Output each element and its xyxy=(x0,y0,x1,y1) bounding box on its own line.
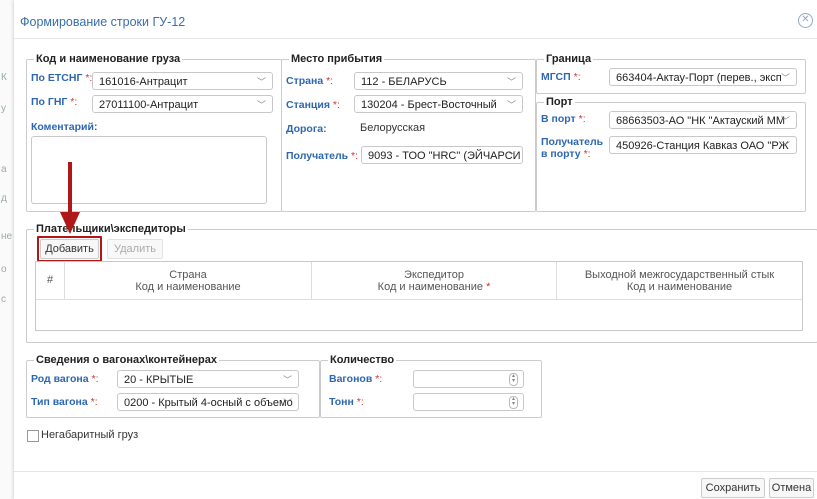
quantity-group: Количество Вагонов *: ▴ ▾ Тонн *: ▴ ▾ xyxy=(320,354,542,418)
country-select[interactable]: 112 - БЕЛАРУСЬ ﹀ xyxy=(354,72,523,90)
chevron-down-icon: ﹀ xyxy=(256,100,266,110)
dialog-title: Формирование строки ГУ-12 xyxy=(20,15,186,29)
receiver-label: Получатель *: xyxy=(286,150,359,162)
col-junction[interactable]: Выходной межгосударственный стык Код и на… xyxy=(556,262,802,299)
wagon-kind-label: Род вагона *: xyxy=(31,373,99,385)
wagons-group: Сведения о вагонах\контейнерах Род вагон… xyxy=(26,354,320,418)
road-label: Дорога: xyxy=(286,123,327,135)
gu12-dialog: Формирование строки ГУ-12 ✕ Код и наимен… xyxy=(14,0,817,499)
gng-select[interactable]: 27011100-Антрацит ﹀ xyxy=(92,95,273,113)
etsng-label: По ЕТСНГ *: xyxy=(31,72,93,84)
arrival-legend: Место прибытия xyxy=(289,53,385,66)
comment-label: Коментарий: xyxy=(31,121,98,133)
background-letter: д xyxy=(1,193,7,204)
spinner-arrows-icon[interactable]: ▴ ▾ xyxy=(509,373,518,386)
payers-grid: # Страна Код и наименование Экспедитор Код… xyxy=(35,261,803,331)
background-page-strip: К у а д не о с xyxy=(0,0,15,499)
border-group: Граница МГСП *: 663404-Актау-Порт (перев… xyxy=(536,53,806,94)
save-button[interactable]: Сохранить xyxy=(701,478,765,498)
chevron-down-icon: ﹀ xyxy=(282,375,292,385)
oversized-label[interactable]: Негабаритный груз xyxy=(41,429,138,441)
mgsp-label: МГСП *: xyxy=(541,71,581,83)
wagon-type-label: Тип вагона *: xyxy=(31,396,98,408)
to-port-label: В порт *: xyxy=(541,113,586,125)
wagon-kind-select[interactable]: 20 - КРЫТЫЕ ﹀ xyxy=(117,370,299,388)
annotation-highlight-box xyxy=(37,236,102,262)
background-letter: у xyxy=(1,103,6,114)
road-value: Белорусская xyxy=(360,122,426,134)
wagon-type-select[interactable]: 0200 - Крытый 4-осный с объемо ﹀ xyxy=(117,393,299,411)
port-group: Порт В порт *: 68663503-АО "НК "Актауски… xyxy=(536,96,806,212)
background-letter: о xyxy=(1,264,7,275)
background-letter: с xyxy=(1,294,6,305)
col-country[interactable]: Страна Код и наименование xyxy=(64,262,311,299)
gng-label: По ГНГ *: xyxy=(31,96,78,108)
chevron-down-icon: ﹀ xyxy=(780,141,790,151)
background-letter: не xyxy=(1,231,13,242)
payers-group: Плательщики\экспедиторы Добавить Удалить… xyxy=(26,223,817,343)
chevron-down-icon: ﹀ xyxy=(780,73,790,83)
etsng-select[interactable]: 161016-Антрацит ﹀ xyxy=(92,72,273,90)
background-letter: К xyxy=(1,72,7,83)
border-legend: Граница xyxy=(544,53,594,66)
port-receiver-label: Получатель в порту *: xyxy=(541,136,604,160)
chevron-down-icon: ﹀ xyxy=(506,77,516,87)
background-letter: а xyxy=(1,164,7,175)
grid-header-divider xyxy=(36,299,802,300)
chevron-down-icon: ﹀ xyxy=(506,151,516,161)
close-icon[interactable]: ✕ xyxy=(798,13,813,28)
to-port-select[interactable]: 68663503-АО "НК "Актауский ММ ﹀ xyxy=(609,111,797,129)
wagons-legend: Сведения о вагонах\контейнерах xyxy=(34,354,219,367)
delete-button[interactable]: Удалить xyxy=(107,239,163,259)
chevron-down-icon: ﹀ xyxy=(780,116,790,126)
cargo-legend: Код и наименование груза xyxy=(34,53,183,66)
cancel-button[interactable]: Отмена xyxy=(769,478,814,498)
titlebar-divider xyxy=(14,38,817,39)
chevron-down-icon: ﹀ xyxy=(256,77,266,87)
quantity-legend: Количество xyxy=(328,354,397,367)
spinner-arrows-icon[interactable]: ▴ ▾ xyxy=(509,396,518,409)
tons-stepper[interactable]: ▴ ▾ xyxy=(413,393,524,411)
port-receiver-select[interactable]: 450926-Станция Кавказ ОАО "РЖ ﹀ xyxy=(609,136,797,154)
chevron-down-icon: ﹀ xyxy=(506,100,516,110)
chevron-down-icon: ﹀ xyxy=(282,398,292,408)
arrival-group: Место прибытия Страна *: 112 - БЕЛАРУСЬ ﹀… xyxy=(281,53,536,212)
mgsp-select[interactable]: 663404-Актау-Порт (перев., эксп ﹀ xyxy=(609,68,797,86)
receiver-select[interactable]: 9093 - ТОО "HRC" (ЭЙЧАРСИ ﹀ xyxy=(361,146,523,164)
country-label: Страна *: xyxy=(286,75,334,87)
station-select[interactable]: 130204 - Брест-Восточный ﹀ xyxy=(354,95,523,113)
footer-divider xyxy=(14,471,817,472)
port-legend: Порт xyxy=(544,96,575,109)
wagons-count-stepper[interactable]: ▴ ▾ xyxy=(413,370,524,388)
station-label: Станция *: xyxy=(286,99,340,111)
wagons-count-label: Вагонов *: xyxy=(329,373,383,385)
col-forwarder[interactable]: Экспедитор Код и наименование * xyxy=(311,262,556,299)
col-num: # xyxy=(46,274,54,286)
oversized-checkbox[interactable] xyxy=(27,430,39,442)
annotation-arrow-icon xyxy=(60,162,80,234)
tons-label: Тонн *: xyxy=(329,396,364,408)
